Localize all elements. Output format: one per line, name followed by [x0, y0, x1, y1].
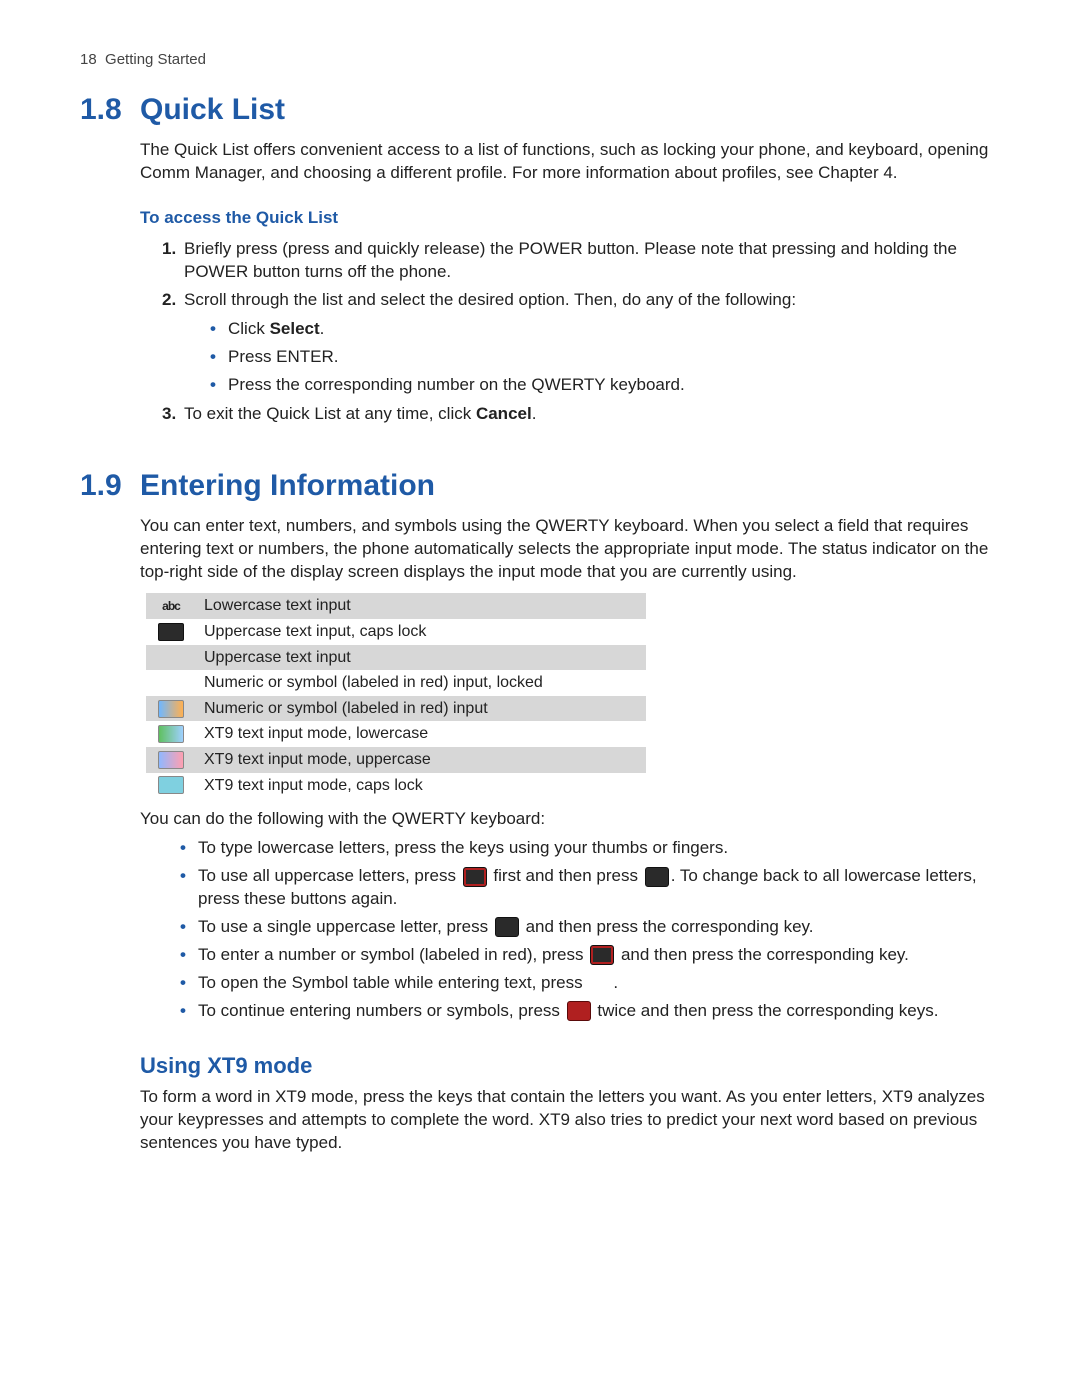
list-item: To use a single uppercase letter, press …	[180, 916, 1010, 939]
fn-key-icon	[590, 945, 614, 965]
table-row: XT9 text input mode, uppercase	[146, 747, 646, 773]
section-heading-1-8: 1.8 Quick List	[80, 90, 1010, 131]
table-row: XT9 text input mode, caps lock	[146, 773, 646, 799]
subsection-using-xt9: Using XT9 mode	[140, 1051, 1010, 1081]
chapter-name: Getting Started	[105, 51, 206, 68]
fn-key-icon	[463, 867, 487, 887]
mode-label: XT9 text input mode, uppercase	[196, 747, 646, 773]
list-item: To enter a number or symbol (labeled in …	[180, 944, 1010, 967]
list-item: Click Select.	[210, 318, 1010, 341]
after-table-text: You can do the following with the QWERTY…	[140, 808, 1010, 831]
input-modes-table: abc Lowercase text input Uppercase text …	[146, 593, 646, 798]
section-1-8-body: The Quick List offers convenient access …	[140, 139, 1010, 426]
section-title: Quick List	[140, 90, 285, 131]
section-number: 1.8	[80, 90, 140, 131]
shift-key-icon	[495, 917, 519, 937]
list-item: Press the corresponding number on the QW…	[210, 374, 1010, 397]
section-title: Entering Information	[140, 466, 435, 507]
mode-label: Numeric or symbol (labeled in red) input…	[196, 670, 646, 696]
step-3: 3. To exit the Quick List at any time, c…	[162, 403, 1010, 426]
mode-label: Uppercase text input, caps lock	[196, 619, 646, 645]
subheading-access-quick-list: To access the Quick List	[140, 207, 1010, 230]
numeric-symbol-icon	[158, 700, 184, 718]
mode-label: XT9 text input mode, caps lock	[196, 773, 646, 799]
mode-label: Uppercase text input	[196, 645, 646, 671]
numbered-steps-cont: 3. To exit the Quick List at any time, c…	[162, 403, 1010, 426]
mode-label: Numeric or symbol (labeled in red) input	[196, 696, 646, 722]
list-item: To use all uppercase letters, press firs…	[180, 865, 1010, 911]
table-row: Numeric or symbol (labeled in red) input	[146, 696, 646, 722]
list-item: Press ENTER.	[210, 346, 1010, 369]
list-item: To continue entering numbers or symbols,…	[180, 1000, 1010, 1023]
intro-paragraph: You can enter text, numbers, and symbols…	[140, 515, 1010, 584]
intro-paragraph: The Quick List offers convenient access …	[140, 139, 1010, 185]
numbered-steps: 1. Briefly press (press and quickly rele…	[162, 238, 1010, 313]
section-1-9-body: You can enter text, numbers, and symbols…	[140, 515, 1010, 1023]
list-item: To open the Symbol table while entering …	[180, 972, 1010, 995]
mode-label: Lowercase text input	[196, 593, 646, 619]
abc-icon: abc	[159, 598, 183, 614]
shift-key-icon	[645, 867, 669, 887]
step-text: Scroll through the list and select the d…	[184, 289, 1010, 312]
table-row: abc Lowercase text input	[146, 593, 646, 619]
sym-key-icon	[589, 974, 611, 992]
section-number: 1.9	[80, 466, 140, 507]
xt9-paragraph: To form a word in XT9 mode, press the ke…	[140, 1086, 1010, 1155]
running-header: 18 Getting Started	[80, 50, 1010, 70]
step-1: 1. Briefly press (press and quickly rele…	[162, 238, 1010, 284]
step-2: 2. Scroll through the list and select th…	[162, 289, 1010, 312]
list-item: To type lowercase letters, press the key…	[180, 837, 1010, 860]
table-row: XT9 text input mode, lowercase	[146, 721, 646, 747]
xt9-capslock-icon	[158, 776, 184, 794]
fn-key-icon	[567, 1001, 591, 1021]
mode-label: XT9 text input mode, lowercase	[196, 721, 646, 747]
step-2-options: Click Select. Press ENTER. Press the cor…	[210, 318, 1010, 397]
table-row: Uppercase text input, caps lock	[146, 619, 646, 645]
xt9-lower-icon	[158, 725, 184, 743]
document-page: 18 Getting Started 1.8 Quick List The Qu…	[0, 0, 1080, 1221]
xt9-upper-icon	[158, 751, 184, 769]
page-number: 18	[80, 51, 97, 68]
section-heading-1-9: 1.9 Entering Information	[80, 466, 1010, 507]
table-row: Numeric or symbol (labeled in red) input…	[146, 670, 646, 696]
keyboard-tips: To type lowercase letters, press the key…	[180, 837, 1010, 1023]
step-text: To exit the Quick List at any time, clic…	[184, 403, 1010, 426]
step-text: Briefly press (press and quickly release…	[184, 238, 1010, 284]
table-row: Uppercase text input	[146, 645, 646, 671]
capslock-icon	[158, 623, 184, 641]
xt9-body: To form a word in XT9 mode, press the ke…	[140, 1086, 1010, 1155]
